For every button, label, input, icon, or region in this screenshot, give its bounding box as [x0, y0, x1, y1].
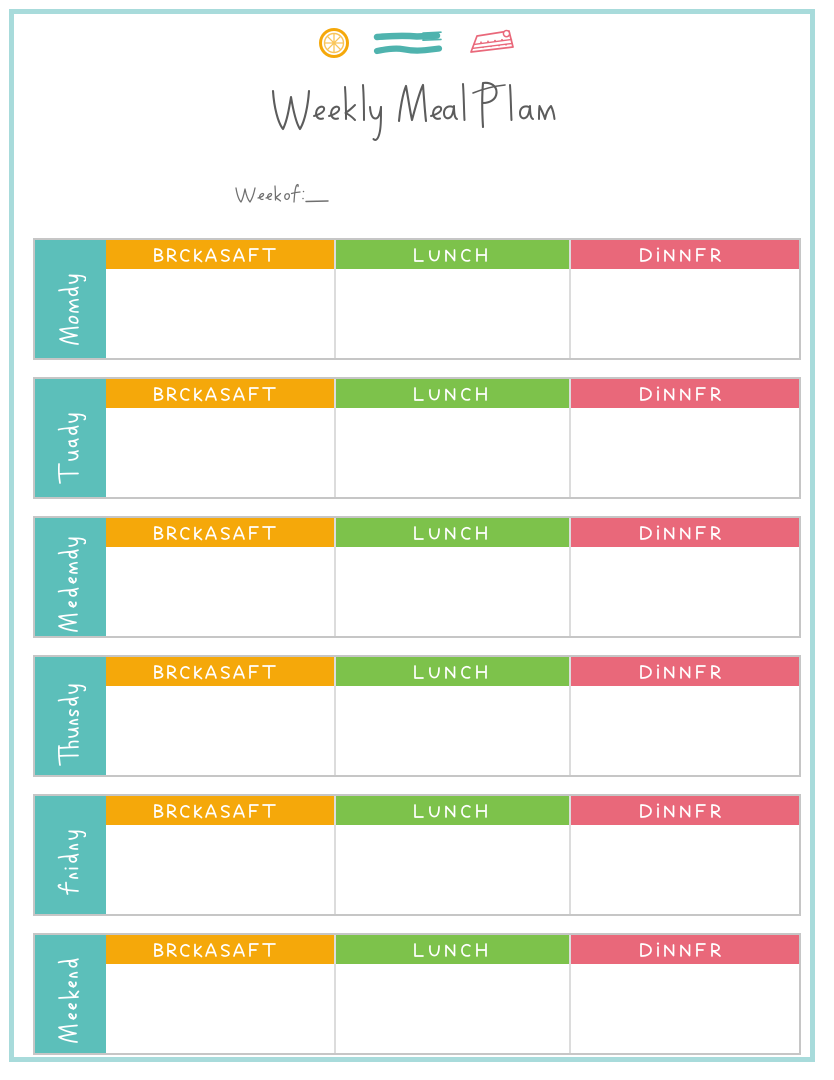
meal-columns: BREAKFAST — [106, 518, 799, 636]
meal-column-dinner: DINNER — [571, 657, 799, 775]
meal-column-breakfast: BREAKFAST — [106, 379, 336, 497]
meal-entry-dinner[interactable] — [571, 547, 799, 636]
day-label-text: Weekend — [55, 1045, 56, 1046]
meal-entry-lunch[interactable] — [336, 408, 569, 497]
day-label-text: Tuesday — [55, 486, 56, 487]
day-label: Tuesday — [56, 390, 86, 486]
day-label: Monday — [56, 250, 86, 348]
meal-header-breakfast: BREAKFAST — [106, 379, 334, 408]
day-label-text: Wednesday — [55, 634, 56, 635]
meal-header-dinner: DINNER — [571, 935, 799, 964]
meal-columns: BREAKFAST — [106, 379, 799, 497]
day-label: Friday — [56, 813, 86, 897]
meal-entry-breakfast[interactable] — [106, 825, 334, 914]
table-row: Monday — [33, 238, 801, 360]
meal-plan-page: Weekly Meal Plan — [0, 0, 834, 1080]
meal-entry-breakfast[interactable] — [106, 408, 334, 497]
meal-column-dinner: DINNER — [571, 240, 799, 358]
page-title: Weekly Meal Plan — [0, 70, 834, 150]
meal-entry-lunch[interactable] — [336, 964, 569, 1053]
meal-header-lunch: LUNCH — [336, 796, 569, 825]
day-label: Thursday — [56, 664, 86, 768]
meal-column-lunch: LUNCH — [336, 935, 571, 1053]
meal-entry-breakfast[interactable] — [106, 269, 334, 358]
table-row: Thursday — [33, 655, 801, 777]
meal-column-lunch: LUNCH — [336, 240, 571, 358]
meal-columns: BREAKFAST — [106, 240, 799, 358]
day-label-text: Monday — [55, 348, 56, 349]
meal-entry-dinner[interactable] — [571, 964, 799, 1053]
meal-header-breakfast: BREAKFAST — [106, 796, 334, 825]
meal-header-lunch: LUNCH — [336, 518, 569, 547]
meal-column-lunch: LUNCH — [336, 657, 571, 775]
meal-entry-lunch[interactable] — [336, 825, 569, 914]
meal-header-dinner: DINNER — [571, 796, 799, 825]
meal-column-breakfast: BREAKFAST — [106, 518, 336, 636]
meal-column-lunch: LUNCH — [336, 518, 571, 636]
meal-columns: BREAKFAST — [106, 935, 799, 1053]
week-of-field[interactable]: Week of: — [232, 180, 492, 212]
meal-header-dinner: DINNER — [571, 657, 799, 686]
day-label-cell: Friday — [35, 796, 106, 914]
day-label-text: Thursday — [55, 768, 56, 769]
meal-header-dinner: DINNER — [571, 518, 799, 547]
table-row: Wednesday — [33, 516, 801, 638]
meal-entry-dinner[interactable] — [571, 825, 799, 914]
fork-and-knife-icon — [373, 26, 445, 65]
meal-header-lunch: LUNCH — [336, 935, 569, 964]
meal-header-breakfast: BREAKFAST — [106, 657, 334, 686]
meal-entry-breakfast[interactable] — [106, 964, 334, 1053]
meal-header-lunch: LUNCH — [336, 657, 569, 686]
meal-column-dinner: DINNER — [571, 935, 799, 1053]
day-label: Wednesday — [56, 520, 86, 634]
meal-plan-table: Monday — [33, 238, 801, 1055]
table-row: Tuesday — [33, 377, 801, 499]
day-label-cell: Weekend — [35, 935, 106, 1053]
meal-column-breakfast: BREAKFAST — [106, 240, 336, 358]
meal-column-dinner: DINNER — [571, 518, 799, 636]
day-label-cell: Wednesday — [35, 518, 106, 636]
cake-slice-icon — [467, 26, 517, 65]
meal-header-lunch: LUNCH — [336, 379, 569, 408]
meal-column-breakfast: BREAKFAST — [106, 657, 336, 775]
page-header: Weekly Meal Plan — [0, 22, 834, 150]
day-label: Weekend — [56, 943, 86, 1045]
meal-header-dinner: DINNER — [571, 240, 799, 269]
meal-header-breakfast: BREAKFAST — [106, 518, 334, 547]
meal-header-breakfast: BREAKFAST — [106, 935, 334, 964]
day-label-cell: Tuesday — [35, 379, 106, 497]
day-label-cell: Monday — [35, 240, 106, 358]
meal-column-lunch: LUNCH — [336, 796, 571, 914]
orange-slice-icon — [317, 26, 351, 65]
meal-entry-breakfast[interactable] — [106, 547, 334, 636]
table-row: Friday — [33, 794, 801, 916]
meal-column-breakfast: BREAKFAST — [106, 935, 336, 1053]
meal-entry-dinner[interactable] — [571, 408, 799, 497]
meal-columns: BREAKFAST — [106, 657, 799, 775]
meal-header-breakfast: BREAKFAST — [106, 240, 334, 269]
meal-entry-lunch[interactable] — [336, 547, 569, 636]
table-row: Weekend — [33, 933, 801, 1055]
meal-column-dinner: DINNER — [571, 796, 799, 914]
meal-header-dinner: DINNER — [571, 379, 799, 408]
meal-column-lunch: LUNCH — [336, 379, 571, 497]
meal-entry-breakfast[interactable] — [106, 686, 334, 775]
meal-columns: BREAKFAST — [106, 796, 799, 914]
meal-column-dinner: DINNER — [571, 379, 799, 497]
meal-entry-dinner[interactable] — [571, 686, 799, 775]
meal-column-breakfast: BREAKFAST — [106, 796, 336, 914]
day-label-text: Friday — [55, 897, 56, 898]
meal-entry-dinner[interactable] — [571, 269, 799, 358]
meal-entry-lunch[interactable] — [336, 269, 569, 358]
meal-entry-lunch[interactable] — [336, 686, 569, 775]
day-label-cell: Thursday — [35, 657, 106, 775]
header-icon-row — [0, 22, 834, 68]
meal-header-lunch: LUNCH — [336, 240, 569, 269]
